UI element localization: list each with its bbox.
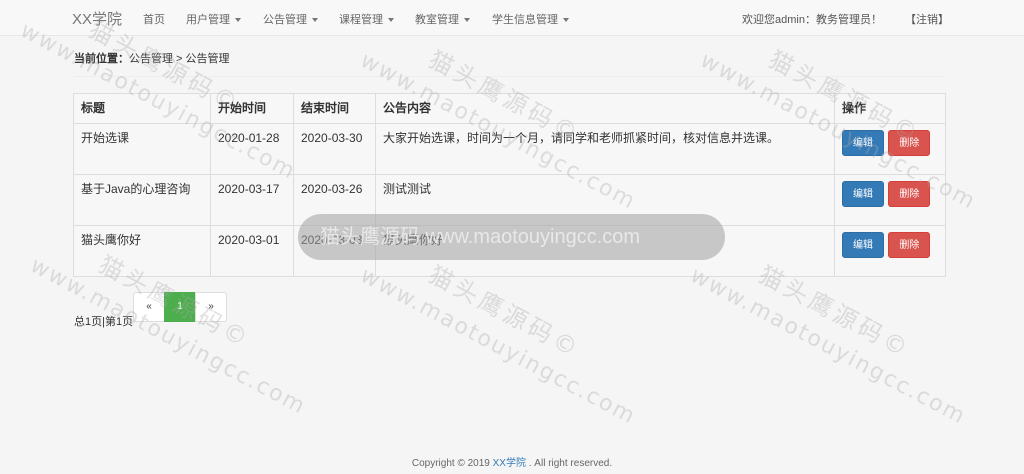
cell-content: 测试测试 [375, 174, 835, 226]
cell-end: 2020-03-03 [293, 225, 376, 277]
breadcrumb-lead: 当前位置： [74, 53, 129, 65]
brand-logo-text[interactable]: XX学院 [72, 8, 122, 29]
pagination-info: 总1页|第1页 [74, 316, 134, 328]
table-header-row: 标题 开始时间 结束时间 公告内容 操作 [73, 93, 946, 124]
cell-end: 2020-03-26 [293, 174, 376, 226]
cell-content: 猫头鹰你好 [375, 225, 835, 277]
notice-table: 标题 开始时间 结束时间 公告内容 操作 开始选课 2020-01-28 202… [73, 93, 946, 277]
nav-item-student-info-management[interactable]: 学生信息管理 [492, 11, 569, 27]
prev-page-button[interactable]: « [133, 292, 165, 322]
nav-item-user-management[interactable]: 用户管理 [186, 11, 241, 27]
divider [74, 76, 944, 77]
edit-button[interactable]: 编辑 [842, 181, 884, 207]
column-header-content: 公告内容 [375, 93, 835, 124]
table-row: 基于Java的心理咨询 2020-03-17 2020-03-26 测试测试 编… [73, 174, 946, 226]
caret-down-icon [563, 18, 569, 23]
logout-link[interactable]: 【注销】 [905, 11, 949, 27]
cell-start: 2020-03-01 [210, 225, 294, 277]
watermark-url: www.maotouyingcc.com [26, 253, 311, 420]
watermark: 猫头鹰源码© www.maotouyingcc.com [686, 255, 989, 430]
cell-title: 基于Java的心理咨询 [73, 174, 211, 226]
footer-prefix: Copyright © 2019 [411, 458, 493, 469]
cell-actions: 编辑 删除 [834, 123, 946, 175]
footer-suffix: . All right reserved. [525, 458, 613, 469]
caret-down-icon [235, 18, 241, 23]
cell-title: 开始选课 [73, 123, 211, 175]
table-row: 开始选课 2020-01-28 2020-03-30 大家开始选课，时间为一个月… [73, 123, 946, 175]
delete-button[interactable]: 删除 [888, 232, 931, 258]
table-row: 猫头鹰你好 2020-03-01 2020-03-03 猫头鹰你好 编辑 删除 [73, 225, 946, 277]
caret-down-icon [312, 18, 318, 23]
column-header-actions: 操作 [834, 93, 946, 124]
breadcrumb: 当前位置：公告管理 > 公告管理 [74, 50, 230, 66]
column-header-start: 开始时间 [210, 93, 294, 124]
cell-title: 猫头鹰你好 [73, 225, 211, 277]
nav-item-course-management[interactable]: 课程管理 [339, 11, 394, 27]
pagination: « 1 » [133, 292, 227, 322]
watermark-url: www.maotouyingcc.com [356, 263, 641, 430]
nav-item-classroom-management[interactable]: 教室管理 [415, 11, 470, 27]
next-page-button[interactable]: » [195, 292, 227, 322]
nav-item-notice-management[interactable]: 公告管理 [263, 11, 318, 27]
nav-item-home[interactable]: 首页 [143, 11, 165, 27]
cell-start: 2020-03-17 [210, 174, 294, 226]
delete-button[interactable]: 删除 [888, 130, 931, 156]
cell-actions: 编辑 删除 [834, 225, 946, 277]
delete-button[interactable]: 删除 [888, 181, 931, 207]
breadcrumb-path: 公告管理 > 公告管理 [129, 53, 230, 65]
column-header-title: 标题 [73, 93, 211, 124]
cell-content: 大家开始选课，时间为一个月，请同学和老师抓紧时间，核对信息并选课。 [375, 123, 835, 175]
cell-actions: 编辑 删除 [834, 174, 946, 226]
edit-button[interactable]: 编辑 [842, 130, 884, 156]
column-header-end: 结束时间 [293, 93, 376, 124]
caret-down-icon [388, 18, 394, 23]
welcome-text: 欢迎您admin：教务管理员！ [742, 14, 882, 26]
cell-end: 2020-03-30 [293, 123, 376, 175]
footer-link[interactable]: XX学院 [493, 458, 526, 469]
top-navbar: XX学院 首页 用户管理 公告管理 课程管理 教室管理 学生信息管理 欢迎您ad… [0, 0, 1024, 36]
current-page-button[interactable]: 1 [164, 292, 196, 322]
watermark-url: www.maotouyingcc.com [686, 263, 971, 430]
caret-down-icon [464, 18, 470, 23]
cell-start: 2020-01-28 [210, 123, 294, 175]
footer: Copyright © 2019 XX学院 . All right reserv… [0, 454, 1024, 469]
watermark: 猫头鹰源码© www.maotouyingcc.com [356, 255, 659, 430]
edit-button[interactable]: 编辑 [842, 232, 884, 258]
